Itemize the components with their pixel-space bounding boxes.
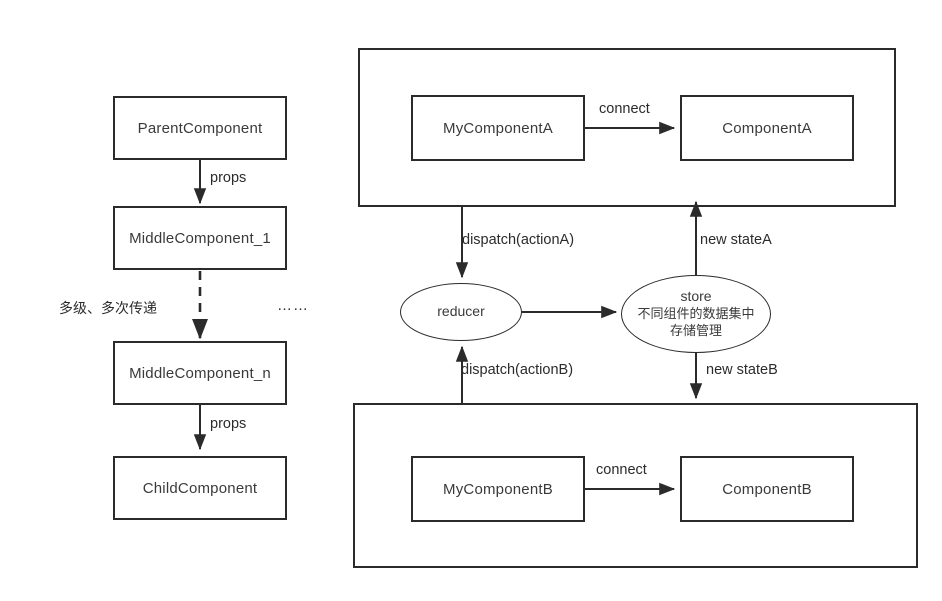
node-component-a[interactable]: ComponentA (680, 95, 854, 161)
node-my-component-a[interactable]: MyComponentA (411, 95, 585, 161)
edge-label-props-bottom: props (210, 416, 247, 432)
edge-label-new-state-b: new stateB (706, 362, 778, 378)
node-label: reducer (437, 303, 485, 320)
node-middle-component-1[interactable]: MiddleComponent_1 (113, 206, 287, 270)
annotation-multi-level-passing: 多级、多次传递 (59, 300, 157, 316)
edge-label-connect-b: connect (596, 462, 647, 478)
node-label: MiddleComponent_1 (129, 229, 271, 247)
node-component-b[interactable]: ComponentB (680, 456, 854, 522)
node-label: MiddleComponent_n (129, 364, 271, 382)
node-label: ParentComponent (137, 119, 263, 137)
node-label: ComponentB (722, 480, 812, 498)
store-description-line-1: 不同组件的数据集中 (637, 306, 755, 322)
node-label: MyComponentA (443, 119, 553, 137)
node-label: ComponentA (722, 119, 812, 137)
edge-label-dispatch-action-a: dispatch(actionA) (462, 232, 575, 248)
store-title: store (680, 288, 712, 305)
node-label: MyComponentB (443, 480, 553, 498)
node-child-component[interactable]: ChildComponent (113, 456, 287, 520)
edge-label-props-top: props (210, 170, 247, 186)
edge-label-new-state-a: new stateA (700, 232, 772, 248)
node-parent-component[interactable]: ParentComponent (113, 96, 287, 160)
ellipsis-label: …… (277, 297, 309, 314)
node-reducer[interactable]: reducer (400, 283, 522, 341)
node-label: ChildComponent (142, 479, 258, 497)
node-store[interactable]: store 不同组件的数据集中 存储管理 (621, 275, 771, 353)
node-my-component-b[interactable]: MyComponentB (411, 456, 585, 522)
node-middle-component-n[interactable]: MiddleComponent_n (113, 341, 287, 405)
store-description-line-2: 存储管理 (669, 322, 722, 338)
edge-label-connect-a: connect (599, 101, 650, 117)
edge-label-dispatch-action-b: dispatch(actionB) (461, 362, 574, 378)
